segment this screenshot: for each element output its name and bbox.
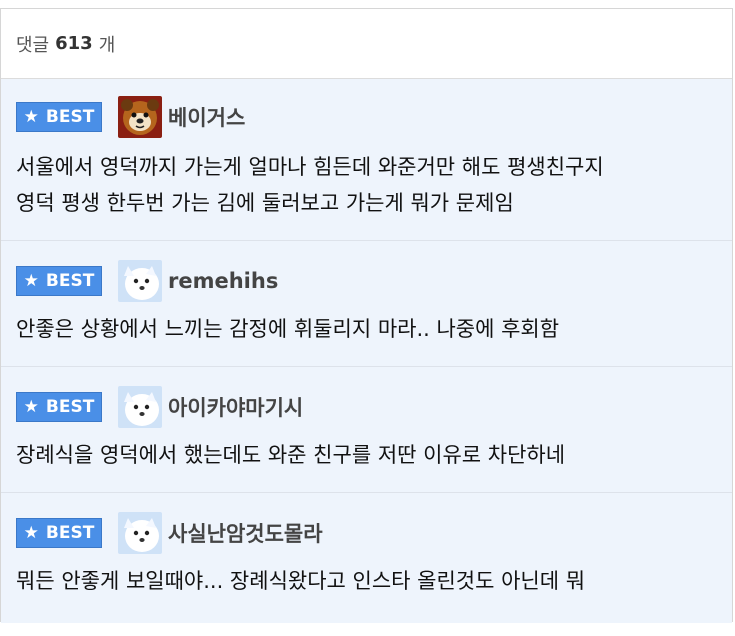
best-badge: ★ BEST: [16, 392, 102, 422]
best-badge: ★ BEST: [16, 518, 102, 548]
comment-line: 장례식을 영덕에서 했는데도 와준 친구를 저딴 이유로 차단하네: [16, 443, 566, 467]
star-icon: ★: [23, 271, 39, 291]
comment-author[interactable]: 베이거스: [168, 102, 245, 132]
comment-author[interactable]: remehihs: [168, 269, 278, 293]
white-dog-avatar[interactable]: [118, 512, 162, 554]
comment-line: 뭐든 안좋게 보일때야... 장례식왔다고 인스타 올린것도 아닌데 뭐: [16, 569, 586, 593]
star-icon: ★: [23, 397, 39, 417]
comment-panel: 댓글 613 개 ★ BEST 베이거스 서울에서 영덕까지 가는게 얼마나 힘…: [0, 8, 733, 623]
best-comment: ★ BEST 베이거스 서울에서 영덕까지 가는게 얼마나 힘든데 와준거만 해…: [1, 79, 732, 241]
best-comment: ★ BEST remehihs 안좋은 상황에서 느끼는 감정에 휘둘리지 마라…: [1, 241, 732, 367]
comment-author[interactable]: 아이카야마기시: [168, 392, 303, 422]
comment-header-label: 댓글: [16, 34, 50, 56]
best-badge: ★ BEST: [16, 102, 102, 132]
best-comment: ★ BEST 사실난암것도몰라 뭐든 안좋게 보일때야... 장례식왔다고 인스…: [1, 493, 732, 623]
comment-text: 뭐든 안좋게 보일때야... 장례식왔다고 인스타 올린것도 아닌데 뭐: [16, 563, 732, 599]
comment-header: 댓글 613 개: [1, 9, 732, 79]
comment-count-unit: 개: [98, 34, 116, 56]
bear-avatar[interactable]: [118, 96, 162, 138]
best-badge-label: BEST: [45, 107, 95, 127]
white-dog-avatar[interactable]: [118, 260, 162, 302]
comment-line: 영덕 평생 한두번 가는 김에 둘러보고 가는게 뭐가 문제임: [16, 191, 514, 215]
comment-count: 613: [55, 33, 93, 54]
comment-text: 서울에서 영덕까지 가는게 얼마나 힘든데 와준거만 해도 평생친구지 영덕 평…: [16, 149, 732, 221]
comment-text: 안좋은 상황에서 느끼는 감정에 휘둘리지 마라.. 나중에 후회함: [16, 311, 732, 347]
best-badge-label: BEST: [45, 271, 95, 291]
best-comment: ★ BEST 아이카야마기시 장례식을 영덕에서 했는데도 와준 친구를 저딴 …: [1, 367, 732, 493]
white-dog-avatar[interactable]: [118, 386, 162, 428]
comment-line: 안좋은 상황에서 느끼는 감정에 휘둘리지 마라.. 나중에 후회함: [16, 317, 560, 341]
star-icon: ★: [23, 107, 39, 127]
comment-line: 서울에서 영덕까지 가는게 얼마나 힘든데 와준거만 해도 평생친구지: [16, 155, 604, 179]
comment-author[interactable]: 사실난암것도몰라: [168, 518, 323, 548]
best-badge-label: BEST: [45, 523, 95, 543]
star-icon: ★: [23, 523, 39, 543]
best-badge-label: BEST: [45, 397, 95, 417]
comment-text: 장례식을 영덕에서 했는데도 와준 친구를 저딴 이유로 차단하네: [16, 437, 732, 473]
best-badge: ★ BEST: [16, 266, 102, 296]
